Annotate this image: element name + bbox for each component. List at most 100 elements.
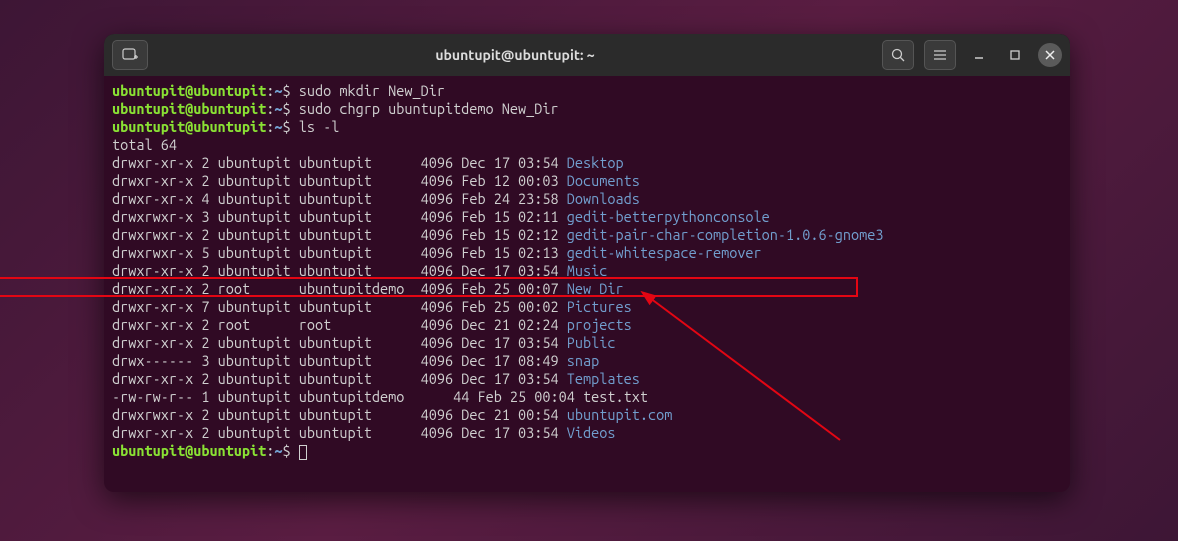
size: 4096 — [412, 370, 453, 387]
file-name: test.txt — [583, 388, 648, 405]
perm: -rw-rw-r-- — [112, 388, 193, 405]
date: Feb 15 02:12 — [461, 226, 558, 243]
links: 2 — [201, 172, 209, 189]
perm: drwxrwxr-x — [112, 406, 193, 423]
command-text: ls -l — [299, 118, 340, 135]
date: Feb 12 00:03 — [461, 172, 558, 189]
links: 2 — [201, 370, 209, 387]
file-name: Pictures — [567, 298, 632, 315]
owner: ubuntupit — [218, 406, 291, 423]
size: 4096 — [412, 406, 453, 423]
group: ubuntupit — [299, 226, 405, 243]
group: ubuntupitdemo — [299, 388, 405, 405]
owner: ubuntupit — [218, 424, 291, 441]
ls-row: drwxrwxr-x 2 ubuntupit ubuntupit 4096 De… — [112, 406, 1062, 424]
date: Feb 15 02:13 — [461, 244, 558, 261]
new-tab-button[interactable] — [112, 40, 148, 70]
date: Feb 25 00:04 — [477, 388, 574, 405]
perm: drwxr-xr-x — [112, 262, 193, 279]
search-button[interactable] — [882, 40, 914, 70]
group: ubuntupit — [299, 406, 405, 423]
prompt-user: ubuntupit@ubuntupit — [112, 82, 266, 99]
links: 4 — [201, 190, 209, 207]
perm: drwxrwxr-x — [112, 226, 193, 243]
minimize-button[interactable] — [966, 42, 992, 68]
size: 4096 — [412, 334, 453, 351]
links: 3 — [201, 208, 209, 225]
file-name: Public — [567, 334, 616, 351]
file-name: projects — [567, 316, 632, 333]
command-line: ubuntupit@ubuntupit:~$ sudo chgrp ubuntu… — [112, 100, 1062, 118]
size: 4096 — [412, 244, 453, 261]
perm: drwxr-xr-x — [112, 424, 193, 441]
group: ubuntupit — [299, 334, 405, 351]
prompt-user: ubuntupit@ubuntupit — [112, 442, 266, 459]
perm: drwxr-xr-x — [112, 172, 193, 189]
ls-row: drwxrwxr-x 2 ubuntupit ubuntupit 4096 Fe… — [112, 226, 1062, 244]
perm: drwxr-xr-x — [112, 316, 193, 333]
ls-row: drwxr-xr-x 2 ubuntupit ubuntupit 4096 De… — [112, 262, 1062, 280]
perm: drwx------ — [112, 352, 193, 369]
command-line: ubuntupit@ubuntupit:~$ sudo mkdir New_Di… — [112, 82, 1062, 100]
owner: root — [218, 316, 291, 333]
perm: drwxr-xr-x — [112, 334, 193, 351]
command-text: sudo mkdir New_Dir — [299, 82, 445, 99]
links: 1 — [201, 388, 209, 405]
close-icon — [1045, 50, 1055, 60]
maximize-button[interactable] — [1002, 42, 1028, 68]
ls-row: drwxr-xr-x 2 ubuntupit ubuntupit 4096 De… — [112, 334, 1062, 352]
group: ubuntupit — [299, 262, 405, 279]
prompt-path: ~ — [274, 118, 282, 135]
owner: ubuntupit — [218, 172, 291, 189]
date: Dec 17 08:49 — [461, 352, 558, 369]
links: 2 — [201, 226, 209, 243]
ls-row: drwxr-xr-x 2 ubuntupit ubuntupit 4096 De… — [112, 154, 1062, 172]
size: 44 — [412, 388, 469, 405]
group: ubuntupit — [299, 190, 405, 207]
perm: drwxrwxr-x — [112, 208, 193, 225]
group: root — [299, 316, 405, 333]
owner: ubuntupit — [218, 190, 291, 207]
group: ubuntupit — [299, 424, 405, 441]
prompt-dollar: $ — [283, 100, 299, 117]
size: 4096 — [412, 172, 453, 189]
perm: drwxr-xr-x — [112, 154, 193, 171]
close-button[interactable] — [1038, 43, 1062, 67]
links: 7 — [201, 298, 209, 315]
menu-button[interactable] — [924, 40, 956, 70]
size: 4096 — [412, 226, 453, 243]
prompt-dollar: $ — [283, 442, 299, 459]
owner: ubuntupit — [218, 226, 291, 243]
group: ubuntupit — [299, 208, 405, 225]
file-name: gedit-betterpythonconsole — [567, 208, 770, 225]
file-name: Music — [567, 262, 608, 279]
group: ubuntupit — [299, 244, 405, 261]
owner: root — [218, 280, 291, 297]
ls-row: -rw-rw-r-- 1 ubuntupit ubuntupitdemo 44 … — [112, 388, 1062, 406]
titlebar: ubuntupit@ubuntupit: ~ — [104, 34, 1070, 76]
ls-row: drwxrwxr-x 3 ubuntupit ubuntupit 4096 Fe… — [112, 208, 1062, 226]
hamburger-icon — [933, 49, 947, 61]
ls-row: drwxr-xr-x 2 root ubuntupitdemo 4096 Feb… — [112, 280, 1062, 298]
owner: ubuntupit — [218, 334, 291, 351]
ls-row: drwxr-xr-x 2 ubuntupit ubuntupit 4096 De… — [112, 424, 1062, 442]
perm: drwxrwxr-x — [112, 244, 193, 261]
maximize-icon — [1009, 49, 1021, 61]
file-name: ubuntupit.com — [567, 406, 673, 423]
new-tab-icon — [122, 48, 138, 62]
date: Dec 21 02:24 — [461, 316, 558, 333]
date: Feb 24 23:58 — [461, 190, 558, 207]
date: Feb 25 00:02 — [461, 298, 558, 315]
terminal-window: ubuntupit@ubuntupit: ~ ubuntupit@ubuntup… — [104, 34, 1070, 492]
ls-row: drwx------ 3 ubuntupit ubuntupit 4096 De… — [112, 352, 1062, 370]
terminal-body[interactable]: ubuntupit@ubuntupit:~$ sudo mkdir New_Di… — [104, 76, 1070, 492]
cursor — [299, 445, 307, 460]
size: 4096 — [412, 280, 453, 297]
owner: ubuntupit — [218, 352, 291, 369]
size: 4096 — [412, 298, 453, 315]
output-total: total 64 — [112, 136, 1062, 154]
window-title: ubuntupit@ubuntupit: ~ — [148, 47, 882, 63]
size: 4096 — [412, 190, 453, 207]
date: Dec 17 03:54 — [461, 154, 558, 171]
prompt-dollar: $ — [283, 118, 299, 135]
